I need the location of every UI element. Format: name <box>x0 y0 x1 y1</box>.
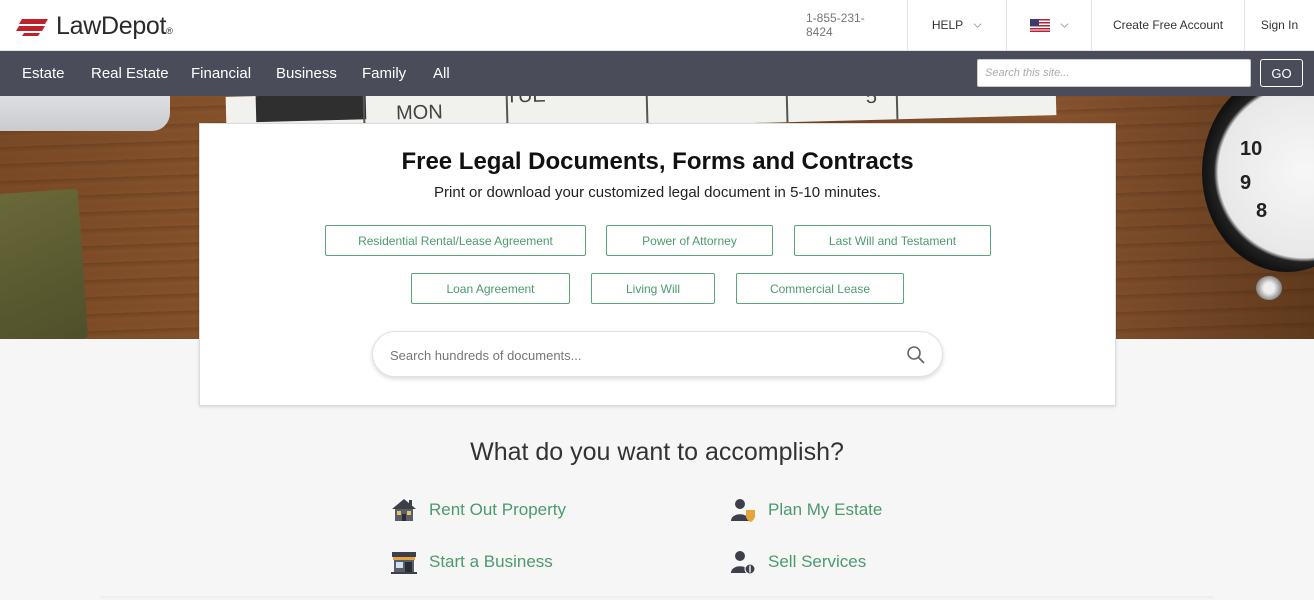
goal-plan-my-estate[interactable]: Plan My Estate <box>729 496 882 524</box>
doc-button-commercial-lease[interactable]: Commercial Lease <box>736 273 904 304</box>
create-account-link[interactable]: Create Free Account <box>1091 0 1244 50</box>
nav-item-business[interactable]: Business <box>276 65 337 82</box>
calendar-band <box>255 96 367 123</box>
goal-label: Start a Business <box>429 552 553 571</box>
storefront-icon <box>391 552 417 574</box>
calendar-date-label: 5 <box>865 96 878 109</box>
nav-item-family[interactable]: Family <box>362 65 406 82</box>
phone-number[interactable]: 1-855-231-8424 <box>784 0 907 50</box>
laptop-image <box>0 96 170 131</box>
notebook-image <box>0 188 89 339</box>
document-search-input[interactable] <box>390 345 870 365</box>
search-icon[interactable] <box>906 345 926 365</box>
chevron-down-icon <box>1060 22 1068 28</box>
clock-number: 8 <box>1256 200 1268 222</box>
logo-mark-icon <box>16 18 48 36</box>
goal-label: Rent Out Property <box>429 500 567 519</box>
go-button[interactable]: GO <box>1260 59 1303 87</box>
sign-in-link[interactable]: Sign In <box>1244 0 1314 50</box>
doc-button-power-of-attorney[interactable]: Power of Attorney <box>606 225 773 256</box>
site-search-input[interactable] <box>977 59 1251 87</box>
goal-label: Plan My Estate <box>768 500 883 519</box>
nav-item-real-estate[interactable]: Real Estate <box>91 65 169 82</box>
goal-sell-services[interactable]: Sell Services <box>729 548 866 576</box>
lawdepot-logo[interactable]: LawDepot® <box>16 12 173 41</box>
doc-button-residential-lease[interactable]: Residential Rental/Lease Agreement <box>325 225 586 256</box>
clock-number: 9 <box>1240 172 1252 194</box>
alarm-clock-image: 10 9 8 <box>1202 96 1314 272</box>
header-utilities: 1-855-231-8424 HELP Create Free Account … <box>784 0 1314 50</box>
us-flag-icon <box>1029 18 1050 32</box>
clock-number: 10 <box>1240 138 1263 160</box>
main-nav: Estate Real Estate Financial Business Fa… <box>0 51 1314 96</box>
person-shield-icon <box>731 499 755 522</box>
country-selector[interactable] <box>1006 0 1091 50</box>
page-title: Free Legal Documents, Forms and Contract… <box>401 148 914 175</box>
logo-text: LawDepot® <box>56 12 173 40</box>
goal-start-a-business[interactable]: Start a Business <box>390 548 553 576</box>
clock-foot <box>1256 276 1282 300</box>
top-header: LawDepot® 1-855-231-8424 HELP Create Fre… <box>0 0 1314 51</box>
calendar-divider <box>785 96 789 123</box>
goal-rent-out-property[interactable]: Rent Out Property <box>390 496 566 524</box>
person-dollar-icon <box>731 551 756 575</box>
hero-card: Free Legal Documents, Forms and Contract… <box>199 123 1116 406</box>
page-subtitle: Print or download your customized legal … <box>434 184 881 201</box>
section-divider <box>100 596 1214 600</box>
calendar-divider <box>895 96 899 120</box>
doc-button-living-will[interactable]: Living Will <box>591 273 715 304</box>
accomplish-heading: What do you want to accomplish? <box>470 438 844 466</box>
nav-item-financial[interactable]: Financial <box>191 65 251 82</box>
calendar-divider <box>645 96 649 126</box>
help-label: HELP <box>931 18 964 32</box>
calendar-day-label: TUE <box>505 96 546 108</box>
chevron-down-icon <box>973 22 982 28</box>
calendar-day-label: MON <box>395 101 444 125</box>
nav-item-estate[interactable]: Estate <box>22 65 65 82</box>
house-icon <box>392 499 416 521</box>
doc-button-loan-agreement[interactable]: Loan Agreement <box>411 273 570 304</box>
help-dropdown[interactable]: HELP <box>907 0 1006 50</box>
nav-item-all[interactable]: All <box>433 65 450 82</box>
doc-button-last-will[interactable]: Last Will and Testament <box>794 225 991 256</box>
document-search <box>372 331 943 377</box>
goal-label: Sell Services <box>768 552 867 571</box>
